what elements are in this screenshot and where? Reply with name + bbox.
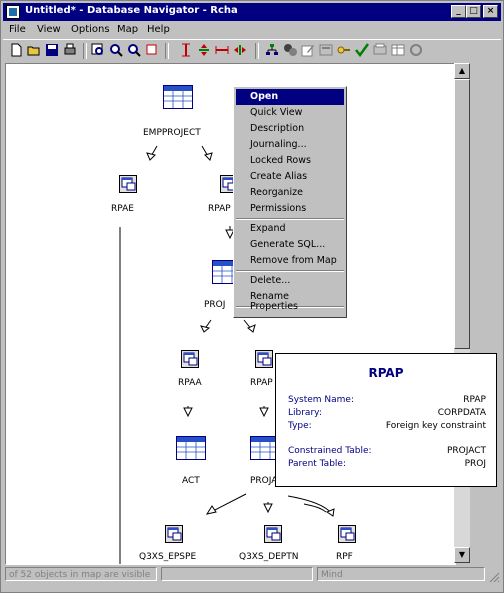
popup-key: Type:	[288, 421, 312, 431]
menu-item-description[interactable]: Description	[236, 121, 344, 137]
menu-item-generate-sql[interactable]: Generate SQL...	[236, 237, 344, 253]
popup-key: System Name:	[288, 395, 355, 405]
constraint-icon[interactable]	[181, 350, 199, 368]
node-proj-label[interactable]: PROJ	[204, 300, 225, 310]
vertical-arrows-icon[interactable]	[197, 43, 211, 57]
menu-item-reorganize[interactable]: Reorganize	[236, 185, 344, 201]
status-middle	[161, 567, 313, 581]
popup-key: Constrained Table:	[288, 446, 372, 456]
constraint-icon[interactable]	[165, 525, 183, 543]
key-icon[interactable]	[337, 43, 351, 57]
print-icon[interactable]	[63, 43, 77, 57]
menu-item-locked-rows[interactable]: Locked Rows	[236, 153, 344, 169]
scroll-down-button[interactable]: ▼	[454, 547, 470, 563]
new-icon[interactable]	[9, 43, 23, 57]
app-window: Untitled* - Database Navigator - Rcha _ …	[0, 0, 504, 593]
popup-title: RPAP	[368, 366, 404, 380]
constraint-icon[interactable]	[338, 525, 356, 543]
zoom-out-icon[interactable]	[127, 43, 141, 57]
title-bar[interactable]: Untitled* - Database Navigator - Rcha _ …	[3, 3, 501, 21]
resize-grip-icon[interactable]	[488, 571, 500, 583]
menu-bar: File View Options Map Help	[3, 22, 501, 38]
node-bottom-right-label[interactable]: RPF	[336, 552, 353, 562]
menu-divider	[236, 270, 344, 272]
node-empproject-label[interactable]: EMPPROJECT	[143, 128, 201, 138]
map-canvas[interactable]: EMPPROJECT RPAE RPAP PROJ RPAA RPAP ACT …	[5, 63, 456, 565]
node-rpap-top-label[interactable]: RPAP	[208, 204, 231, 214]
open-folder-icon[interactable]	[27, 43, 41, 57]
status-mode: Mind	[317, 567, 485, 581]
window-title: Untitled* - Database Navigator - Rcha	[25, 5, 238, 16]
node-bottom-mid-label[interactable]: Q3XS_DEPTN	[239, 552, 298, 562]
menu-divider	[236, 218, 344, 220]
edit-icon[interactable]	[301, 43, 315, 57]
node-rpaa-label[interactable]: RPAA	[178, 378, 202, 388]
find-icon[interactable]	[91, 43, 105, 57]
node-act-label[interactable]: ACT	[182, 476, 200, 486]
node-bottom-left-label[interactable]: Q3XS_EPSPE	[139, 552, 196, 562]
popup-value: CORPDATA	[437, 408, 486, 418]
popup-value: PROJACT	[446, 446, 486, 456]
menu-item-create-alias[interactable]: Create Alias	[236, 169, 344, 185]
popup-key: Library:	[288, 408, 322, 418]
gear-group-icon[interactable]	[283, 43, 297, 57]
scroll-thumb[interactable]	[454, 79, 470, 349]
table-icon[interactable]	[163, 85, 193, 109]
close-button[interactable]: ×	[483, 5, 498, 18]
app-icon[interactable]	[6, 5, 20, 19]
popup-value: RPAP	[463, 395, 486, 405]
popup-value: Foreign key constraint	[385, 421, 486, 431]
popup-key: Parent Table:	[288, 459, 346, 469]
save-icon[interactable]	[45, 43, 59, 57]
menu-item-expand[interactable]: Expand	[236, 221, 344, 237]
menu-options[interactable]: Options	[71, 24, 110, 35]
refresh-icon[interactable]	[409, 43, 423, 57]
constraint-icon[interactable]	[255, 350, 273, 368]
check-icon[interactable]	[355, 43, 369, 57]
object-info-popup: RPAP System Name: RPAP Library: CORPDATA…	[275, 353, 497, 487]
menu-item-open[interactable]: Open	[236, 89, 344, 105]
menu-item-remove-from-map[interactable]: Remove from Map	[236, 253, 344, 269]
status-objects-visible: of 52 objects in map are visible	[5, 567, 157, 581]
maximize-button[interactable]: □	[466, 5, 481, 18]
horizontal-arrows-icon[interactable]	[233, 43, 247, 57]
constraint-icon[interactable]	[119, 175, 137, 193]
print-map-icon[interactable]	[373, 43, 387, 57]
view-icon[interactable]	[319, 43, 333, 57]
menu-item-properties[interactable]: Properties	[236, 299, 344, 315]
select-icon[interactable]	[145, 43, 159, 57]
menu-map[interactable]: Map	[117, 24, 138, 35]
context-menu: Open Quick View Description Journaling..…	[233, 86, 347, 318]
minimize-button[interactable]: _	[451, 5, 466, 18]
relationship-lines	[119, 145, 335, 564]
scroll-up-button[interactable]: ▲	[454, 63, 470, 79]
menu-help[interactable]: Help	[147, 24, 170, 35]
tree-icon[interactable]	[265, 43, 279, 57]
node-rpae-label[interactable]: RPAE	[111, 204, 134, 214]
menu-view[interactable]: View	[37, 24, 61, 35]
toolbar	[3, 39, 501, 62]
menu-item-permissions[interactable]: Permissions	[236, 201, 344, 217]
zoom-in-icon[interactable]	[109, 43, 123, 57]
vertical-scrollbar[interactable]: ▲ ▼	[454, 63, 470, 563]
node-rpap-mid-label[interactable]: RPAP	[250, 378, 273, 388]
vertical-layout-icon[interactable]	[179, 43, 193, 57]
popup-value: PROJ	[464, 459, 486, 469]
menu-item-journaling[interactable]: Journaling...	[236, 137, 344, 153]
horizontal-layout-icon[interactable]	[215, 43, 229, 57]
table-map-icon[interactable]	[391, 43, 405, 57]
menu-item-delete[interactable]: Delete...	[236, 273, 344, 289]
constraint-icon[interactable]	[264, 525, 282, 543]
menu-item-quick-view[interactable]: Quick View	[236, 105, 344, 121]
status-bar: of 52 objects in map are visible Mind	[3, 566, 501, 584]
menu-file[interactable]: File	[9, 24, 26, 35]
table-icon[interactable]	[176, 436, 206, 460]
